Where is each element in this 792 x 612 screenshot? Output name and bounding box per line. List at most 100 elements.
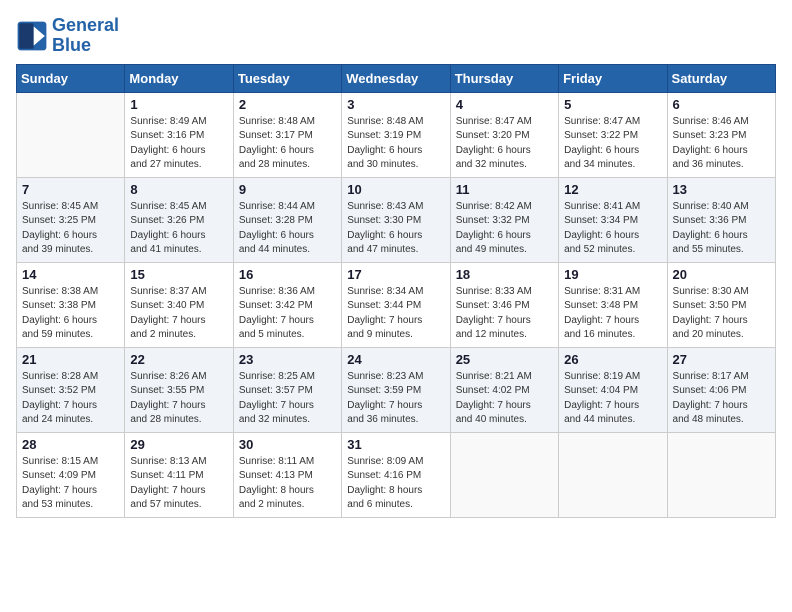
day-info: Sunrise: 8:23 AM Sunset: 3:59 PM Dayligh… bbox=[347, 370, 444, 428]
weekday-header-wednesday: Wednesday bbox=[342, 64, 450, 92]
day-info: Sunrise: 8:17 AM Sunset: 4:06 PM Dayligh… bbox=[673, 370, 770, 428]
calendar-cell: 11Sunrise: 8:42 AM Sunset: 3:32 PM Dayli… bbox=[450, 177, 558, 262]
weekday-header-saturday: Saturday bbox=[667, 64, 775, 92]
day-info: Sunrise: 8:13 AM Sunset: 4:11 PM Dayligh… bbox=[130, 455, 227, 513]
day-info: Sunrise: 8:45 AM Sunset: 3:25 PM Dayligh… bbox=[22, 200, 119, 258]
day-number: 27 bbox=[673, 352, 770, 367]
calendar-cell bbox=[667, 432, 775, 517]
weekday-header-friday: Friday bbox=[559, 64, 667, 92]
calendar-header: SundayMondayTuesdayWednesdayThursdayFrid… bbox=[17, 64, 776, 92]
day-number: 14 bbox=[22, 267, 119, 282]
calendar-cell: 23 Sunrise: 8:25 AM Sunset: 3:57 PM Dayli… bbox=[233, 347, 341, 432]
day-info: Sunrise: 8:48 AM Sunset: 3:19 PM Dayligh… bbox=[347, 115, 444, 173]
day-number: 30 bbox=[239, 437, 336, 452]
calendar-week-5: 28 Sunrise: 8:15 AM Sunset: 4:09 PM Dayli… bbox=[17, 432, 776, 517]
calendar-cell: 18 Sunrise: 8:33 AM Sunset: 3:46 PM Dayli… bbox=[450, 262, 558, 347]
calendar-table: SundayMondayTuesdayWednesdayThursdayFrid… bbox=[16, 64, 776, 518]
day-info: Sunrise: 8:41 AM Sunset: 3:34 PM Dayligh… bbox=[564, 200, 661, 258]
logo-icon bbox=[16, 20, 48, 52]
day-number: 1 bbox=[130, 97, 227, 112]
weekday-header-tuesday: Tuesday bbox=[233, 64, 341, 92]
calendar-cell: 9 Sunrise: 8:44 AM Sunset: 3:28 PM Daylig… bbox=[233, 177, 341, 262]
calendar-week-4: 21Sunrise: 8:28 AM Sunset: 3:52 PM Dayli… bbox=[17, 347, 776, 432]
day-number: 15 bbox=[130, 267, 227, 282]
calendar-cell: 19Sunrise: 8:31 AM Sunset: 3:48 PM Dayli… bbox=[559, 262, 667, 347]
calendar-cell bbox=[559, 432, 667, 517]
logo: General Blue bbox=[16, 16, 119, 56]
calendar-cell: 8 Sunrise: 8:45 AM Sunset: 3:26 PM Daylig… bbox=[125, 177, 233, 262]
calendar-week-1: 1 Sunrise: 8:49 AM Sunset: 3:16 PM Daylig… bbox=[17, 92, 776, 177]
calendar-cell: 15 Sunrise: 8:37 AM Sunset: 3:40 PM Dayli… bbox=[125, 262, 233, 347]
day-number: 13 bbox=[673, 182, 770, 197]
day-number: 26 bbox=[564, 352, 661, 367]
day-info: Sunrise: 8:11 AM Sunset: 4:13 PM Dayligh… bbox=[239, 455, 336, 513]
day-number: 18 bbox=[456, 267, 553, 282]
logo-text: General Blue bbox=[52, 16, 119, 56]
weekday-header-monday: Monday bbox=[125, 64, 233, 92]
calendar-cell: 25Sunrise: 8:21 AM Sunset: 4:02 PM Dayli… bbox=[450, 347, 558, 432]
day-info: Sunrise: 8:37 AM Sunset: 3:40 PM Dayligh… bbox=[130, 285, 227, 343]
calendar-cell: 26Sunrise: 8:19 AM Sunset: 4:04 PM Dayli… bbox=[559, 347, 667, 432]
calendar-cell: 22Sunrise: 8:26 AM Sunset: 3:55 PM Dayli… bbox=[125, 347, 233, 432]
calendar-cell: 7Sunrise: 8:45 AM Sunset: 3:25 PM Daylig… bbox=[17, 177, 125, 262]
day-info: Sunrise: 8:26 AM Sunset: 3:55 PM Dayligh… bbox=[130, 370, 227, 428]
calendar-cell: 13 Sunrise: 8:40 AM Sunset: 3:36 PM Dayli… bbox=[667, 177, 775, 262]
calendar-cell: 14Sunrise: 8:38 AM Sunset: 3:38 PM Dayli… bbox=[17, 262, 125, 347]
weekday-header-thursday: Thursday bbox=[450, 64, 558, 92]
calendar-cell: 17 Sunrise: 8:34 AM Sunset: 3:44 PM Dayli… bbox=[342, 262, 450, 347]
weekday-header-sunday: Sunday bbox=[17, 64, 125, 92]
day-info: Sunrise: 8:21 AM Sunset: 4:02 PM Dayligh… bbox=[456, 370, 553, 428]
day-number: 8 bbox=[130, 182, 227, 197]
calendar-cell: 27 Sunrise: 8:17 AM Sunset: 4:06 PM Dayli… bbox=[667, 347, 775, 432]
calendar-cell: 3Sunrise: 8:48 AM Sunset: 3:19 PM Daylig… bbox=[342, 92, 450, 177]
day-number: 12 bbox=[564, 182, 661, 197]
day-info: Sunrise: 8:40 AM Sunset: 3:36 PM Dayligh… bbox=[673, 200, 770, 258]
day-info: Sunrise: 8:44 AM Sunset: 3:28 PM Dayligh… bbox=[239, 200, 336, 258]
calendar-cell: 1 Sunrise: 8:49 AM Sunset: 3:16 PM Daylig… bbox=[125, 92, 233, 177]
day-number: 28 bbox=[22, 437, 119, 452]
day-number: 31 bbox=[347, 437, 444, 452]
weekday-header-row: SundayMondayTuesdayWednesdayThursdayFrid… bbox=[17, 64, 776, 92]
day-info: Sunrise: 8:48 AM Sunset: 3:17 PM Dayligh… bbox=[239, 115, 336, 173]
day-number: 19 bbox=[564, 267, 661, 282]
day-number: 20 bbox=[673, 267, 770, 282]
calendar-cell: 20Sunrise: 8:30 AM Sunset: 3:50 PM Dayli… bbox=[667, 262, 775, 347]
day-number: 16 bbox=[239, 267, 336, 282]
day-info: Sunrise: 8:43 AM Sunset: 3:30 PM Dayligh… bbox=[347, 200, 444, 258]
calendar-cell bbox=[450, 432, 558, 517]
day-number: 21 bbox=[22, 352, 119, 367]
day-number: 2 bbox=[239, 97, 336, 112]
calendar-cell: 24Sunrise: 8:23 AM Sunset: 3:59 PM Dayli… bbox=[342, 347, 450, 432]
calendar-cell: 12 Sunrise: 8:41 AM Sunset: 3:34 PM Dayli… bbox=[559, 177, 667, 262]
calendar-cell: 2 Sunrise: 8:48 AM Sunset: 3:17 PM Daylig… bbox=[233, 92, 341, 177]
day-number: 29 bbox=[130, 437, 227, 452]
calendar-cell: 4Sunrise: 8:47 AM Sunset: 3:20 PM Daylig… bbox=[450, 92, 558, 177]
day-info: Sunrise: 8:47 AM Sunset: 3:22 PM Dayligh… bbox=[564, 115, 661, 173]
day-info: Sunrise: 8:49 AM Sunset: 3:16 PM Dayligh… bbox=[130, 115, 227, 173]
calendar-body: 1 Sunrise: 8:49 AM Sunset: 3:16 PM Daylig… bbox=[17, 92, 776, 517]
day-info: Sunrise: 8:46 AM Sunset: 3:23 PM Dayligh… bbox=[673, 115, 770, 173]
day-info: Sunrise: 8:34 AM Sunset: 3:44 PM Dayligh… bbox=[347, 285, 444, 343]
day-info: Sunrise: 8:45 AM Sunset: 3:26 PM Dayligh… bbox=[130, 200, 227, 258]
day-number: 11 bbox=[456, 182, 553, 197]
day-number: 5 bbox=[564, 97, 661, 112]
calendar-cell: 10 Sunrise: 8:43 AM Sunset: 3:30 PM Dayli… bbox=[342, 177, 450, 262]
calendar-cell: 6 Sunrise: 8:46 AM Sunset: 3:23 PM Daylig… bbox=[667, 92, 775, 177]
day-info: Sunrise: 8:25 AM Sunset: 3:57 PM Dayligh… bbox=[239, 370, 336, 428]
day-number: 23 bbox=[239, 352, 336, 367]
day-number: 6 bbox=[673, 97, 770, 112]
day-info: Sunrise: 8:15 AM Sunset: 4:09 PM Dayligh… bbox=[22, 455, 119, 513]
day-info: Sunrise: 8:33 AM Sunset: 3:46 PM Dayligh… bbox=[456, 285, 553, 343]
day-number: 17 bbox=[347, 267, 444, 282]
calendar-cell: 5 Sunrise: 8:47 AM Sunset: 3:22 PM Daylig… bbox=[559, 92, 667, 177]
calendar-week-3: 14Sunrise: 8:38 AM Sunset: 3:38 PM Dayli… bbox=[17, 262, 776, 347]
day-info: Sunrise: 8:36 AM Sunset: 3:42 PM Dayligh… bbox=[239, 285, 336, 343]
day-info: Sunrise: 8:47 AM Sunset: 3:20 PM Dayligh… bbox=[456, 115, 553, 173]
day-number: 10 bbox=[347, 182, 444, 197]
day-info: Sunrise: 8:09 AM Sunset: 4:16 PM Dayligh… bbox=[347, 455, 444, 513]
calendar-week-2: 7Sunrise: 8:45 AM Sunset: 3:25 PM Daylig… bbox=[17, 177, 776, 262]
day-number: 9 bbox=[239, 182, 336, 197]
calendar-cell: 29 Sunrise: 8:13 AM Sunset: 4:11 PM Dayli… bbox=[125, 432, 233, 517]
calendar-cell bbox=[17, 92, 125, 177]
calendar-cell: 16 Sunrise: 8:36 AM Sunset: 3:42 PM Dayli… bbox=[233, 262, 341, 347]
